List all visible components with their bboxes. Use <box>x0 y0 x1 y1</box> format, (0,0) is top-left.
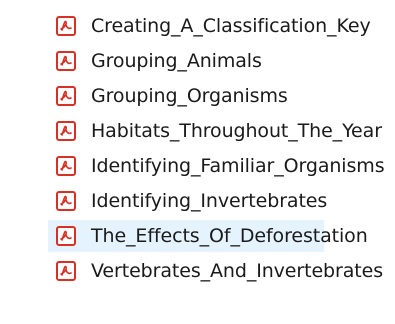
file-name: Identifying_Invertebrates <box>91 190 328 212</box>
pdf-file-icon <box>55 225 77 247</box>
pdf-file-icon <box>55 260 77 282</box>
file-item-selected[interactable]: The_Effects_Of_Deforestation <box>48 220 368 252</box>
file-item[interactable]: Grouping_Animals <box>48 45 324 77</box>
file-item[interactable]: Vertebrates_And_Invertebrates <box>48 255 383 287</box>
pdf-file-icon <box>55 50 77 72</box>
file-item[interactable]: Identifying_Familiar_Organisms <box>48 150 385 182</box>
file-item[interactable]: Identifying_Invertebrates <box>48 185 328 217</box>
pdf-file-icon <box>55 85 77 107</box>
file-list: Creating_A_Classification_Key Grouping_A… <box>0 0 395 324</box>
file-name: The_Effects_Of_Deforestation <box>91 225 368 247</box>
file-name: Identifying_Familiar_Organisms <box>91 155 385 177</box>
file-name: Creating_A_Classification_Key <box>91 15 371 37</box>
file-name: Vertebrates_And_Invertebrates <box>91 260 383 282</box>
pdf-file-icon <box>55 120 77 142</box>
pdf-file-icon <box>55 190 77 212</box>
file-name: Grouping_Organisms <box>91 85 288 107</box>
pdf-file-icon <box>55 15 77 37</box>
file-item[interactable]: Creating_A_Classification_Key <box>48 10 371 42</box>
file-name: Habitats_Throughout_The_Year <box>91 120 382 142</box>
file-name: Grouping_Animals <box>91 50 262 72</box>
pdf-file-icon <box>55 155 77 177</box>
file-item[interactable]: Habitats_Throughout_The_Year <box>48 115 382 147</box>
file-item[interactable]: Grouping_Organisms <box>48 80 324 112</box>
